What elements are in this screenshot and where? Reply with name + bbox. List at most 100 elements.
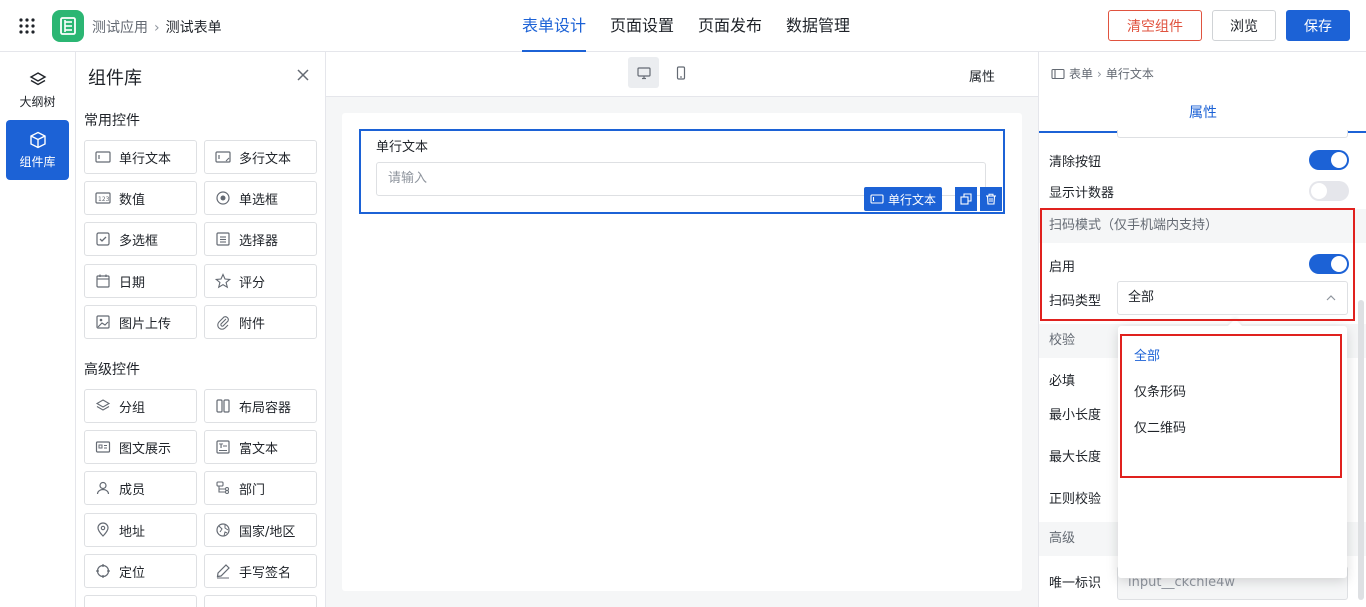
- component-image-upload[interactable]: 图片上传: [84, 305, 197, 339]
- crumb-root[interactable]: 表单: [1069, 65, 1093, 82]
- component-rich-text[interactable]: T 富文本: [204, 430, 317, 464]
- option-all[interactable]: 全部: [1134, 345, 1160, 364]
- clear-components-button[interactable]: 清空组件: [1108, 10, 1202, 41]
- component-label: 多选框: [119, 233, 159, 249]
- save-button[interactable]: 保存: [1286, 10, 1350, 41]
- component-country-region[interactable]: 国家/地区: [204, 513, 317, 547]
- component-partial[interactable]: [84, 595, 197, 607]
- star-icon: [215, 273, 231, 289]
- component-label: 手写签名: [239, 565, 292, 581]
- layers-icon: [29, 71, 46, 85]
- desktop-view-button[interactable]: [628, 57, 659, 88]
- breadcrumb-app[interactable]: 测试应用: [92, 20, 148, 36]
- phone-icon: [676, 65, 685, 80]
- component-date[interactable]: 日期: [84, 264, 197, 298]
- delete-field-button[interactable]: [980, 187, 1002, 211]
- map-pin-icon: [95, 522, 111, 538]
- globe-icon: [215, 522, 231, 538]
- component-location[interactable]: 定位: [84, 554, 197, 588]
- partial-input[interactable]: [1117, 130, 1348, 138]
- canvas-toolbar: 属性: [326, 52, 1038, 97]
- rail-item-library[interactable]: 组件库: [6, 120, 69, 180]
- component-label: 日期: [119, 275, 146, 291]
- scan-type-dropdown: 全部 仅条形码 仅二维码: [1118, 318, 1347, 578]
- main-tabs: 表单设计 页面设置 页面发布 数据管理: [510, 0, 862, 52]
- tab-data-management[interactable]: 数据管理: [786, 0, 850, 52]
- selected-field[interactable]: 单行文本 请输入 单行文本: [359, 129, 1005, 214]
- component-department[interactable]: 部门: [204, 471, 317, 505]
- component-signature[interactable]: 手写签名: [204, 554, 317, 588]
- copy-icon: [960, 193, 972, 205]
- component-label: 部门: [239, 482, 266, 498]
- app-grid-icon[interactable]: [18, 17, 36, 35]
- component-attachment[interactable]: 附件: [204, 305, 317, 339]
- component-multi-line-text[interactable]: 多行文本: [204, 140, 317, 174]
- card-icon: [95, 439, 111, 455]
- required-label: 必填: [1049, 374, 1076, 389]
- component-group[interactable]: 分组: [84, 389, 197, 423]
- mobile-view-button[interactable]: [665, 57, 696, 88]
- component-label: 选择器: [239, 233, 279, 249]
- close-icon[interactable]: [294, 66, 312, 84]
- monitor-icon: [636, 66, 651, 79]
- copy-field-button[interactable]: [955, 187, 977, 211]
- canvas-properties-toggle[interactable]: 属性: [969, 66, 995, 85]
- component-label: 数值: [119, 192, 146, 208]
- counter-switch[interactable]: [1309, 181, 1349, 201]
- rail-item-outline[interactable]: 大纲树: [6, 60, 69, 120]
- component-address[interactable]: 地址: [84, 513, 197, 547]
- option-qrcode-only[interactable]: 仅二维码: [1134, 417, 1186, 436]
- component-layout-container[interactable]: 布局容器: [204, 389, 317, 423]
- component-checkbox[interactable]: 多选框: [84, 222, 197, 256]
- select-icon: [215, 231, 231, 247]
- component-select[interactable]: 选择器: [204, 222, 317, 256]
- preview-button[interactable]: 浏览: [1212, 10, 1276, 41]
- properties-scrollbar[interactable]: [1358, 300, 1364, 600]
- common-controls-title: 常用控件: [84, 113, 140, 129]
- component-label: 单选框: [239, 192, 279, 208]
- scan-enable-switch[interactable]: [1309, 254, 1349, 274]
- tab-form-design[interactable]: 表单设计: [522, 0, 587, 52]
- clear-button-switch[interactable]: [1309, 150, 1349, 170]
- scan-mode-group: 扫码模式（仅手机端内支持）: [1039, 209, 1366, 243]
- component-label: 国家/地区: [239, 524, 296, 540]
- chevron-up-icon: [1326, 295, 1336, 301]
- component-partial[interactable]: [204, 595, 317, 607]
- single-line-text-icon: [95, 149, 111, 165]
- component-label: 分组: [119, 400, 146, 416]
- component-label: 多行文本: [239, 151, 292, 167]
- app-logo[interactable]: [52, 10, 84, 42]
- crosshair-icon: [95, 563, 111, 579]
- trash-icon: [986, 193, 996, 205]
- component-single-line-text[interactable]: 单行文本: [84, 140, 197, 174]
- design-canvas: 单行文本 请输入 单行文本: [326, 97, 1038, 607]
- regex-label: 正则校验: [1049, 492, 1102, 507]
- tab-page-settings[interactable]: 页面设置: [610, 0, 674, 52]
- cube-icon: [29, 131, 46, 148]
- component-label: 布局容器: [239, 400, 292, 416]
- component-radio[interactable]: 单选框: [204, 181, 317, 215]
- checkbox-icon: [95, 231, 111, 247]
- tab-properties[interactable]: 属性: [1039, 97, 1366, 132]
- component-label: 成员: [119, 482, 146, 498]
- rail-outline-label: 大纲树: [19, 94, 56, 109]
- breadcrumb: 测试应用 › 测试表单: [92, 17, 222, 37]
- option-barcode-only[interactable]: 仅条形码: [1134, 381, 1186, 400]
- component-label: 富文本: [239, 441, 279, 457]
- pen-icon: [215, 563, 231, 579]
- max-length-label: 最大长度: [1049, 450, 1102, 465]
- scan-type-select[interactable]: 全部: [1117, 281, 1348, 315]
- breadcrumb-form: 测试表单: [165, 20, 222, 36]
- component-label: 附件: [239, 316, 266, 332]
- tab-page-publish[interactable]: 页面发布: [698, 0, 762, 52]
- unique-id-label: 唯一标识: [1049, 576, 1102, 591]
- component-label: 图文展示: [119, 441, 172, 457]
- scan-type-label: 扫码类型: [1049, 294, 1102, 309]
- component-image-text[interactable]: 图文展示: [84, 430, 197, 464]
- component-member[interactable]: 成员: [84, 471, 197, 505]
- chevron-right-icon: ›: [154, 20, 160, 36]
- component-rating[interactable]: 评分: [204, 264, 317, 298]
- component-number[interactable]: 123 数值: [84, 181, 197, 215]
- library-title: 组件库: [88, 68, 142, 89]
- form-icon: [1051, 68, 1065, 79]
